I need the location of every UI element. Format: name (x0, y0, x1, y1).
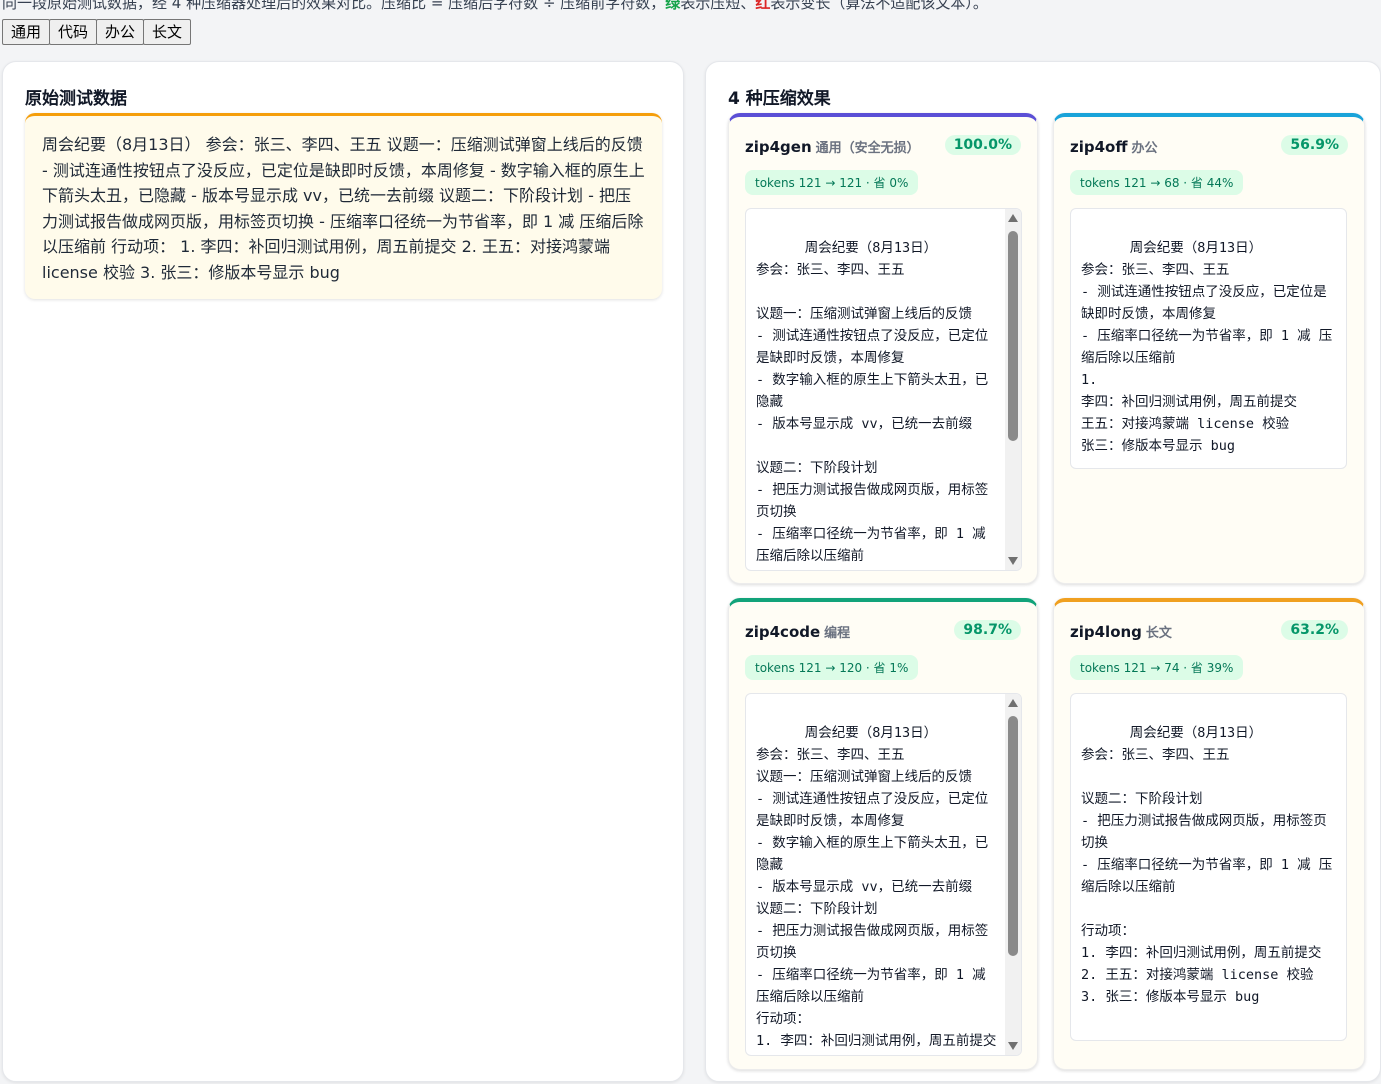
intro-green: 绿 (665, 0, 681, 12)
compressor-name: zip4gen (745, 138, 812, 156)
scrollbar-thumb[interactable] (1008, 716, 1018, 956)
tab-office[interactable]: 办公 (96, 19, 145, 45)
intro-mid: 表示压短、 (680, 0, 756, 12)
tab-general[interactable]: 通用 (2, 19, 51, 45)
tokens-badge: tokens 121 → 120 · 省 1% (745, 655, 919, 680)
ratio-badge: 98.7% (954, 620, 1021, 640)
output-text: 周会纪要（8月13日） 参会：张三、李四、王五 议题二：下阶段计划 - 把压力测… (1081, 725, 1333, 1005)
scroll-down-arrow-icon[interactable] (1008, 557, 1018, 565)
compressed-output[interactable]: 周会纪要（8月13日） 参会：张三、李四、王五 议题一：压缩测试弹窗上线后的反馈… (745, 693, 1022, 1056)
tokens-badge: tokens 121 → 121 · 省 0% (745, 170, 919, 195)
card-header: zip4code 编程 (745, 622, 850, 641)
ratio-badge: 56.9% (1281, 135, 1348, 155)
output-text: 周会纪要（8月13日） 参会：张三、李四、王五 议题一：压缩测试弹窗上线后的反馈… (756, 240, 989, 564)
scrollbar[interactable] (1005, 209, 1021, 570)
results-title: 4 种压缩效果 (728, 89, 831, 109)
compressor-name: zip4long (1070, 623, 1142, 641)
card-zip4long: zip4long 长文 63.2% tokens 121 → 74 · 省 39%… (1053, 598, 1365, 1070)
compressor-tag: 长文 (1145, 626, 1172, 641)
card-zip4off: zip4off 办公 56.9% tokens 121 → 68 · 省 44% … (1053, 113, 1365, 584)
scrollbar-thumb[interactable] (1008, 231, 1018, 441)
scrollbar[interactable] (1005, 694, 1021, 1055)
tokens-badge: tokens 121 → 74 · 省 39% (1070, 655, 1244, 680)
tab-code[interactable]: 代码 (49, 19, 98, 45)
raw-data-text: 周会纪要（8月13日） 参会：张三、李四、王五 议题一：压缩测试弹窗上线后的反馈… (25, 113, 662, 299)
compressed-output[interactable]: 周会纪要（8月13日） 参会：张三、李四、王五 议题一：压缩测试弹窗上线后的反馈… (745, 208, 1022, 571)
card-header: zip4gen 通用（安全无损） (745, 137, 920, 156)
raw-data-title: 原始测试数据 (25, 89, 127, 109)
intro-pre: 同一段原始测试数据，经 4 种压缩器处理后的效果对比。压缩比 = 压缩后字符数 … (2, 0, 666, 12)
compressed-output[interactable]: 周会纪要（8月13日） 参会：张三、李四、王五 议题二：下阶段计划 - 把压力测… (1070, 693, 1347, 1041)
intro-red: 红 (755, 0, 771, 12)
card-zip4code: zip4code 编程 98.7% tokens 121 → 120 · 省 1%… (728, 598, 1038, 1070)
tokens-badge: tokens 121 → 68 · 省 44% (1070, 170, 1244, 195)
compressor-tag: 编程 (824, 626, 851, 641)
scroll-up-arrow-icon[interactable] (1008, 214, 1018, 222)
scroll-up-arrow-icon[interactable] (1008, 699, 1018, 707)
compressor-name: zip4off (1070, 138, 1128, 156)
compressor-name: zip4code (745, 623, 821, 641)
output-text: 周会纪要（8月13日） 参会：张三、李四、王五 - 测试连通性按钮点了没反应，已… (1081, 240, 1333, 454)
tab-long-text[interactable]: 长文 (143, 19, 192, 45)
ratio-badge: 63.2% (1281, 620, 1348, 640)
compressed-output[interactable]: 周会纪要（8月13日） 参会：张三、李四、王五 - 测试连通性按钮点了没反应，已… (1070, 208, 1347, 469)
raw-data-panel: 原始测试数据 周会纪要（8月13日） 参会：张三、李四、王五 议题一：压缩测试弹… (2, 61, 684, 1082)
compression-results-panel: 4 种压缩效果 zip4gen 通用（安全无损） 100.0% tokens 12… (705, 61, 1381, 1082)
intro-post: 表示变长（算法不适配该文本）。 (770, 0, 988, 12)
card-header: zip4long 长文 (1070, 622, 1172, 641)
card-header: zip4off 办公 (1070, 137, 1158, 156)
ratio-badge: 100.0% (944, 135, 1021, 155)
scroll-down-arrow-icon[interactable] (1008, 1042, 1018, 1050)
compressor-tag: 办公 (1131, 141, 1158, 156)
category-tabs: 通用 代码 办公 长文 (2, 19, 192, 45)
output-text: 周会纪要（8月13日） 参会：张三、李四、王五 议题一：压缩测试弹窗上线后的反馈… (756, 725, 997, 1049)
card-zip4gen: zip4gen 通用（安全无损） 100.0% tokens 121 → 121 … (728, 113, 1038, 584)
intro-text: 同一段原始测试数据，经 4 种压缩器处理后的效果对比。压缩比 = 压缩后字符数 … (2, 0, 1381, 13)
compressor-tag: 通用（安全无损） (815, 141, 920, 156)
